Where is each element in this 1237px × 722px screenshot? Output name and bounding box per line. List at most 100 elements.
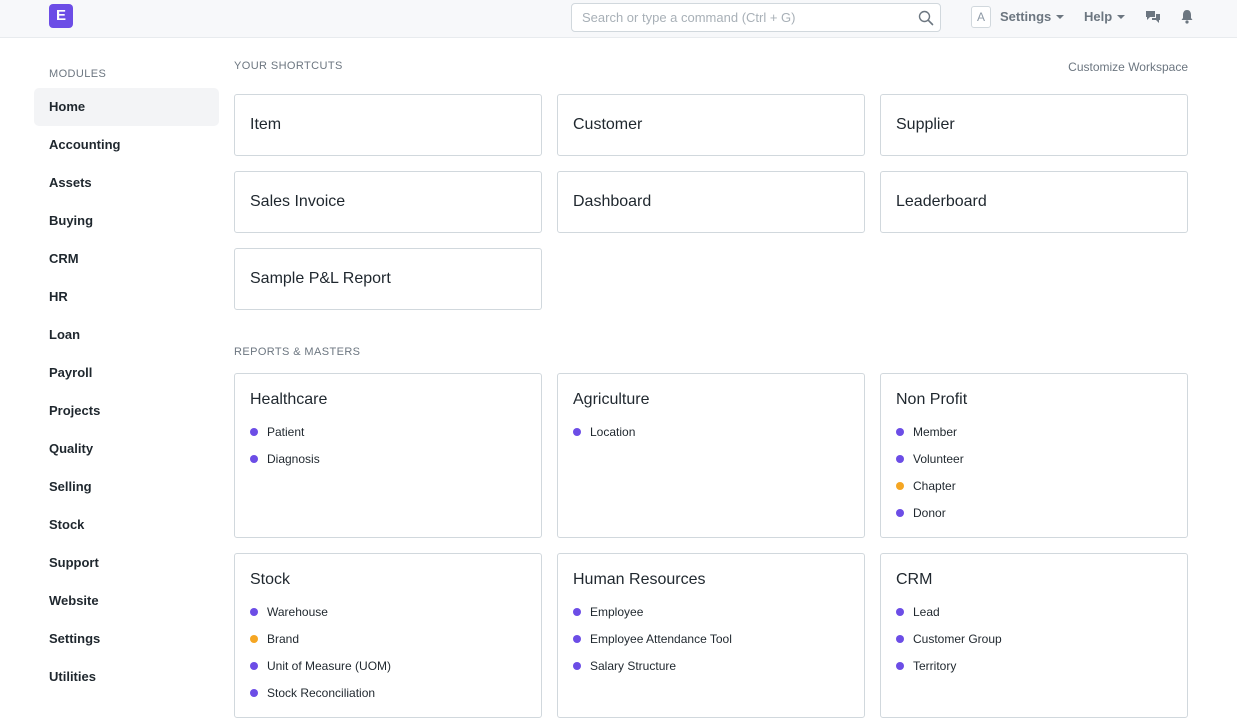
dot-icon [573,661,581,670]
module-card-agriculture: Agriculture Location [557,373,865,538]
module-card-title[interactable]: Healthcare [250,389,526,411]
module-link-label: Location [590,424,636,439]
sidebar-item-projects[interactable]: Projects [34,392,219,430]
module-link-label: Diagnosis [267,451,320,466]
help-menu-label: Help [1084,9,1113,24]
help-menu[interactable]: Help [1084,9,1126,24]
module-link-uom[interactable]: Unit of Measure (UOM) [250,652,526,679]
module-link-diagnosis[interactable]: Diagnosis [250,445,526,472]
navbar: E A Settings Help [0,0,1237,38]
dot-icon [573,634,581,643]
dot-icon [896,427,904,436]
sidebar-item-buying[interactable]: Buying [34,202,219,240]
sidebar-item-crm[interactable]: CRM [34,240,219,278]
sidebar-item-selling[interactable]: Selling [34,468,219,506]
shortcut-leaderboard[interactable]: Leaderboard [880,171,1188,233]
module-card-title[interactable]: Non Profit [896,389,1172,411]
module-link-label: Stock Reconciliation [267,685,376,700]
module-link-salary-structure[interactable]: Salary Structure [573,652,849,679]
sidebar-item-payroll[interactable]: Payroll [34,354,219,392]
sidebar-item-loan[interactable]: Loan [34,316,219,354]
search-input[interactable] [572,4,912,31]
reports-heading: REPORTS & MASTERS [234,346,361,358]
chat-icon[interactable] [1145,9,1161,25]
shortcut-sample-pl-report[interactable]: Sample P&L Report [234,248,542,310]
dot-icon [250,427,258,436]
sidebar-item-stock[interactable]: Stock [34,506,219,544]
module-card-crm: CRM Lead Customer Group Territory [880,553,1188,718]
module-card-human-resources: Human Resources Employee Employee Attend… [557,553,865,718]
module-link-employee[interactable]: Employee [573,598,849,625]
reports-card-grid: Healthcare Patient Diagnosis Agriculture… [234,373,1188,718]
module-link-patient[interactable]: Patient [250,418,526,445]
module-card-non-profit: Non Profit Member Volunteer Chapter Dono… [880,373,1188,538]
sidebar-item-accounting[interactable]: Accounting [34,126,219,164]
dot-icon [250,688,258,697]
module-link-label: Territory [913,658,957,673]
dot-icon [896,481,904,490]
chevron-down-icon [1117,14,1126,19]
sidebar: MODULES Home Accounting Assets Buying CR… [34,60,219,696]
sidebar-item-website[interactable]: Website [34,582,219,620]
module-link-label: Employee Attendance Tool [590,631,732,646]
module-link-territory[interactable]: Territory [896,652,1172,679]
customize-workspace-link[interactable]: Customize Workspace [1068,60,1188,74]
module-link-volunteer[interactable]: Volunteer [896,445,1172,472]
module-link-donor[interactable]: Donor [896,499,1172,526]
dot-icon [250,454,258,463]
main-content: YOUR SHORTCUTS Customize Workspace Item … [234,60,1188,718]
sidebar-item-utilities[interactable]: Utilities [34,658,219,696]
search-box[interactable] [571,3,941,32]
sidebar-item-home[interactable]: Home [34,88,219,126]
dot-icon [896,454,904,463]
module-link-label: Customer Group [913,631,1002,646]
module-link-location[interactable]: Location [573,418,849,445]
module-card-healthcare: Healthcare Patient Diagnosis [234,373,542,538]
shortcuts-heading: YOUR SHORTCUTS [234,60,343,72]
sidebar-item-hr[interactable]: HR [34,278,219,316]
module-link-customer-group[interactable]: Customer Group [896,625,1172,652]
settings-menu-label: Settings [1000,9,1052,24]
module-card-title[interactable]: Stock [250,569,526,591]
sidebar-item-support[interactable]: Support [34,544,219,582]
module-link-brand[interactable]: Brand [250,625,526,652]
settings-menu[interactable]: Settings [1000,9,1065,24]
avatar[interactable]: A [971,6,991,28]
sidebar-item-settings[interactable]: Settings [34,620,219,658]
shortcut-customer[interactable]: Customer [557,94,865,156]
module-link-label: Salary Structure [590,658,677,673]
module-link-lead[interactable]: Lead [896,598,1172,625]
dot-icon [573,427,581,436]
shortcut-sales-invoice[interactable]: Sales Invoice [234,171,542,233]
shortcut-supplier[interactable]: Supplier [880,94,1188,156]
search-icon[interactable] [918,10,934,26]
dot-icon [896,661,904,670]
module-link-label: Employee [590,604,644,619]
module-link-warehouse[interactable]: Warehouse [250,598,526,625]
sidebar-heading: MODULES [49,68,107,80]
dot-icon [250,661,258,670]
module-link-stock-reconciliation[interactable]: Stock Reconciliation [250,679,526,706]
dot-icon [896,508,904,517]
bell-icon[interactable] [1180,9,1194,24]
module-link-label: Patient [267,424,305,439]
module-link-label: Warehouse [267,604,328,619]
sidebar-item-quality[interactable]: Quality [34,430,219,468]
module-card-title[interactable]: Human Resources [573,569,849,591]
shortcut-dashboard[interactable]: Dashboard [557,171,865,233]
sidebar-item-assets[interactable]: Assets [34,164,219,202]
module-card-stock: Stock Warehouse Brand Unit of Measure (U… [234,553,542,718]
module-link-label: Unit of Measure (UOM) [267,658,392,673]
module-link-employee-attendance-tool[interactable]: Employee Attendance Tool [573,625,849,652]
app-logo[interactable]: E [49,4,73,28]
shortcut-item[interactable]: Item [234,94,542,156]
module-link-label: Lead [913,604,940,619]
shortcut-grid: Item Customer Supplier Sales Invoice Das… [234,94,1188,310]
module-link-chapter[interactable]: Chapter [896,472,1172,499]
chevron-down-icon [1056,14,1065,19]
dot-icon [250,634,258,643]
module-card-title[interactable]: CRM [896,569,1172,591]
module-card-title[interactable]: Agriculture [573,389,849,411]
module-link-member[interactable]: Member [896,418,1172,445]
module-link-label: Donor [913,505,946,520]
